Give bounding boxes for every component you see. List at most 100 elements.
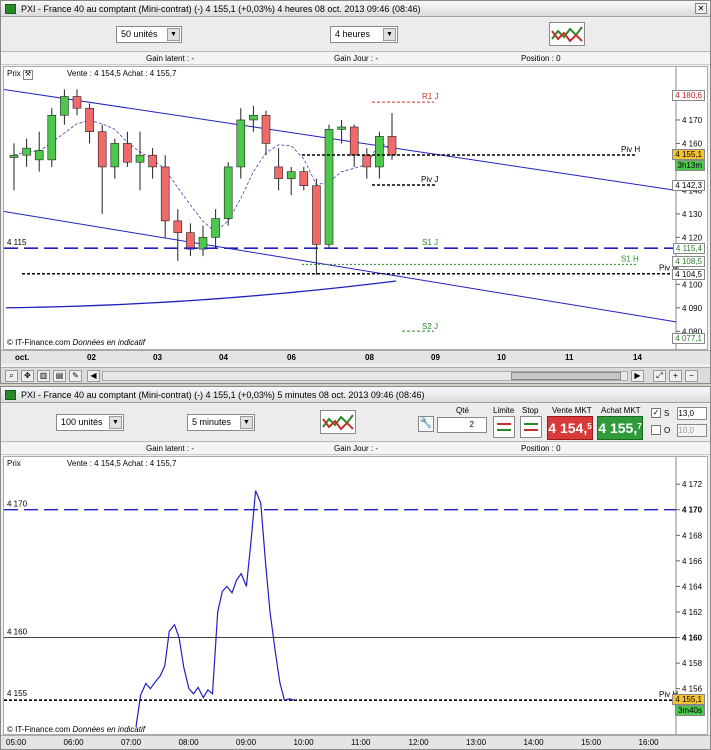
scroll-thumb[interactable] xyxy=(511,372,621,380)
y-tick-label: 4 160 xyxy=(682,139,703,148)
sell-price-small: 5 xyxy=(587,422,592,431)
drawing-icon[interactable]: ✎ xyxy=(69,370,82,382)
zoom-icon[interactable]: ⌕ xyxy=(5,370,18,382)
app-icon xyxy=(5,4,16,14)
settings-wrench-button[interactable]: 🔧 xyxy=(418,416,434,432)
zoom-in-icon[interactable]: + xyxy=(669,370,682,382)
date-tick-label: 03 xyxy=(153,353,162,362)
timeframe-value: 4 heures xyxy=(335,29,371,39)
source-text: © IT-Finance.com xyxy=(7,725,71,734)
chart-window-4h: PXI - France 40 au comptant (Mini-contra… xyxy=(0,0,711,384)
o-label: O xyxy=(664,426,671,435)
candle-body xyxy=(286,171,296,179)
app-icon xyxy=(5,390,16,400)
fit-icon[interactable]: ⤢ xyxy=(653,370,666,382)
y-tick-label: 4 168 xyxy=(682,531,703,540)
toolbar: 50 unités ▼ 4 heures ▼ xyxy=(1,18,710,52)
line-chart[interactable]: 4 172 4 170 4 168 4 166 4 164 4 162 4 160 4 158… xyxy=(4,457,709,736)
long-moving-average xyxy=(5,280,397,309)
units-value: 50 unités xyxy=(121,29,158,39)
piv-h-label: Piv H xyxy=(621,145,640,154)
candle-body xyxy=(375,136,384,168)
scroll-left-icon[interactable]: ◀ xyxy=(87,370,100,382)
candle-body xyxy=(186,232,195,250)
units-value: 100 unités xyxy=(61,417,103,427)
candle-body xyxy=(60,96,69,116)
scroll-track[interactable] xyxy=(102,371,628,381)
limit-icon xyxy=(497,423,511,431)
s2-j-price-box: 4 077,1 xyxy=(672,333,705,345)
position-info: Gain latent : - Gain Jour : - Position :… xyxy=(1,53,710,65)
s-value-input[interactable]: 13,0 xyxy=(677,407,707,420)
time-tick-label: 15:00 xyxy=(581,738,602,747)
r1-label: R1 J xyxy=(422,92,438,101)
strategy-graph-icon xyxy=(551,26,583,43)
objective-checkbox[interactable] xyxy=(651,425,661,435)
source-label: © IT-Finance.com Données en indicatif xyxy=(7,338,145,347)
y-tick-label: 4 100 xyxy=(682,280,703,289)
timeframe-select[interactable]: 4 heures ▼ xyxy=(330,26,398,43)
indicator-icon[interactable]: ▤ xyxy=(53,370,66,382)
stop-order-button[interactable] xyxy=(520,416,542,438)
candle-body xyxy=(223,166,233,219)
candle-body xyxy=(312,185,321,245)
chart-scrollbar[interactable]: ⌕ ✥ ▥ ▤ ✎ ◀ ▶ ⤢ + − xyxy=(1,367,710,383)
candle-body xyxy=(22,147,31,156)
chevron-down-icon[interactable]: ▼ xyxy=(240,416,253,429)
cursor-icon[interactable]: ✥ xyxy=(21,370,34,382)
legend-quotes: Vente : 4 154,5 Achat : 4 155,7 xyxy=(67,69,177,78)
time-tick-label: 10:00 xyxy=(293,738,314,747)
date-tick-label: 06 xyxy=(287,353,296,362)
tool-icon[interactable]: ⚒ xyxy=(23,70,34,80)
chevron-down-icon[interactable]: ▼ xyxy=(109,416,122,429)
date-axis: oct. 02 03 04 06 08 09 10 11 14 xyxy=(1,350,710,364)
candle-body xyxy=(34,150,44,161)
window-title: PXI - France 40 au comptant (Mini-contra… xyxy=(21,390,425,400)
date-tick-label: 02 xyxy=(87,353,96,362)
o-value-input[interactable]: 10,0 xyxy=(677,424,707,437)
chart-type-icon[interactable]: ▥ xyxy=(37,370,50,382)
limit-order-button[interactable] xyxy=(493,416,515,438)
chart-legend: Prix Vente : 4 154,5 Achat : 4 155,7 xyxy=(7,459,176,468)
units-select[interactable]: 100 unités ▼ xyxy=(56,414,124,431)
legend-prix: Prix xyxy=(7,69,21,78)
date-tick-label: 14 xyxy=(633,353,642,362)
units-select[interactable]: 50 unités ▼ xyxy=(116,26,182,43)
candle-body xyxy=(387,136,397,156)
y-tick-label: 4 130 xyxy=(682,210,703,219)
date-tick-label: 10 xyxy=(497,353,506,362)
strategy-icon[interactable] xyxy=(549,22,585,46)
qty-input[interactable]: 2 xyxy=(437,417,487,433)
sell-market-button[interactable]: 4 154,5 xyxy=(547,416,593,440)
y-tick-label: 4 162 xyxy=(682,608,703,617)
scroll-right-icon[interactable]: ▶ xyxy=(631,370,644,382)
chart-area[interactable]: 4 172 4 170 4 168 4 166 4 164 4 162 4 160 4 158… xyxy=(3,456,709,736)
s2-j-label: S2 J xyxy=(422,322,438,331)
chevron-down-icon[interactable]: ▼ xyxy=(167,28,180,41)
chart-area[interactable]: 4 1704 1604 1504 1404 1304 1204 1104 100… xyxy=(3,66,709,351)
candle-body xyxy=(362,154,372,168)
buy-price-small: 7 xyxy=(637,422,642,431)
timeframe-select[interactable]: 5 minutes ▼ xyxy=(187,414,255,431)
chevron-down-icon[interactable]: ▼ xyxy=(383,28,396,41)
close-icon[interactable]: ✕ xyxy=(695,3,707,14)
time-tick-label: 12:00 xyxy=(408,738,429,747)
s1-j-price-box: 4 115,4 xyxy=(672,243,705,255)
stop-label: Stop xyxy=(522,406,539,415)
gain-jour: Gain Jour : - xyxy=(334,444,379,453)
trade-toolbar: 100 unités ▼ 5 minutes ▼ 🔧 Qté 2 Limite … xyxy=(1,404,710,442)
title-bar[interactable]: PXI - France 40 au comptant (Mini-contra… xyxy=(1,1,710,17)
y-tick-label: 4 090 xyxy=(682,304,703,313)
buy-market-button[interactable]: 4 155,7 xyxy=(597,416,643,440)
time-tick-label: 06:00 xyxy=(63,738,84,747)
window-title: PXI - France 40 au comptant (Mini-contra… xyxy=(21,4,421,14)
timeframe-value: 5 minutes xyxy=(192,417,232,427)
y-tick-label: 4 156 xyxy=(682,685,703,694)
title-bar[interactable]: PXI - France 40 au comptant (Mini-contra… xyxy=(1,387,710,403)
r1-price-box: 4 180,6 xyxy=(672,90,705,102)
left-level-label: 4 160 xyxy=(7,628,28,637)
stop-checkbox[interactable]: ✓ xyxy=(651,408,661,418)
candlestick-chart[interactable]: 4 1704 1604 1504 1404 1304 1204 1104 100… xyxy=(4,67,709,351)
strategy-icon[interactable] xyxy=(320,410,356,434)
zoom-out-icon[interactable]: − xyxy=(685,370,698,382)
